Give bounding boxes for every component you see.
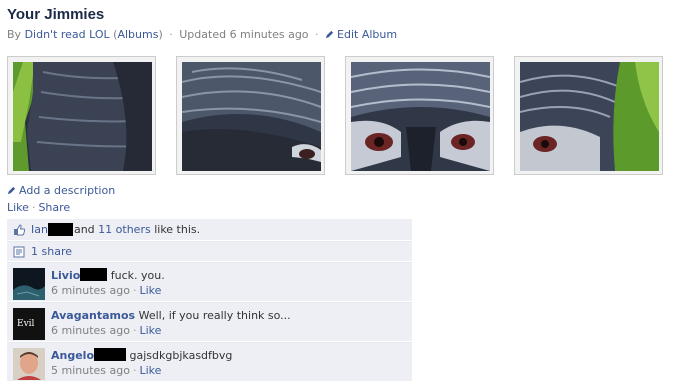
- comment-time: 6 minutes ago: [51, 284, 130, 297]
- separator-dot: ·: [169, 28, 173, 41]
- likes-and: and: [73, 223, 95, 236]
- comment-text: fuck. you.: [110, 269, 165, 282]
- comment-text: Well, if you really think so...: [138, 309, 291, 322]
- pencil-icon: [7, 186, 16, 195]
- like-share-row: Like · Share: [7, 201, 70, 214]
- comment-item: Angelo gajsdkgbjkasdfbvg 5 minutes ago · L…: [7, 342, 412, 382]
- author-link[interactable]: Didn't read LOL: [25, 28, 110, 41]
- gorilla-image: [13, 62, 152, 171]
- share-link[interactable]: Share: [38, 201, 70, 214]
- comment-like-link[interactable]: Like: [139, 364, 161, 377]
- comment-text: gajsdkgbjkasdfbvg: [129, 349, 233, 362]
- photo-1[interactable]: [7, 56, 156, 175]
- share-icon: [13, 246, 25, 257]
- photo-2[interactable]: [176, 56, 325, 175]
- separator-dot: ·: [315, 28, 319, 41]
- comment-author[interactable]: Angelo: [51, 349, 94, 362]
- shares-link[interactable]: 1 share: [31, 245, 72, 258]
- album-title: Your Jimmies: [7, 6, 105, 23]
- add-description-label: Add a description: [19, 184, 116, 197]
- album-subline: By Didn't read LOL (Albums) · Updated 6 …: [7, 28, 397, 41]
- avatar[interactable]: [13, 268, 45, 300]
- comment-like-link[interactable]: Like: [139, 324, 161, 337]
- shares-row: 1 share: [7, 241, 412, 262]
- updated-time: Updated 6 minutes ago: [179, 28, 309, 41]
- albums-link[interactable]: Albums: [117, 28, 158, 41]
- photo-3[interactable]: [345, 56, 494, 175]
- separator-dot: ·: [132, 324, 137, 337]
- avatar[interactable]: [13, 348, 45, 380]
- likes-tail: like this.: [154, 223, 201, 236]
- comment-time: 6 minutes ago: [51, 324, 130, 337]
- add-description-row: Add a description: [7, 184, 115, 197]
- liker-link[interactable]: Ian: [31, 223, 48, 236]
- comment-item: Livio fuck. you. 6 minutes ago · Like: [7, 262, 412, 302]
- pencil-icon: [325, 30, 334, 39]
- avatar-text: Evil: [17, 319, 35, 329]
- avatar[interactable]: Evil: [13, 308, 45, 340]
- by-label: By: [7, 28, 22, 41]
- likes-row: Ian and 11 others like this.: [7, 219, 412, 241]
- comment-item: Evil Avagantamos Well, if you really thi…: [7, 302, 412, 342]
- edit-album-label: Edit Album: [337, 28, 398, 41]
- comment-like-link[interactable]: Like: [139, 284, 161, 297]
- thumbs-up-icon: [14, 223, 25, 235]
- separator-dot: ·: [132, 284, 137, 297]
- albums-close: ): [158, 28, 163, 41]
- redaction-bar: [80, 268, 108, 281]
- feedback-panel: Ian and 11 others like this. 1 share Liv…: [7, 219, 412, 382]
- comment-author[interactable]: Livio: [51, 269, 80, 282]
- separator-dot: ·: [31, 201, 36, 214]
- gorilla-image: [182, 62, 321, 171]
- gorilla-image: [351, 62, 490, 171]
- redaction-bar: [94, 348, 127, 361]
- like-link[interactable]: Like: [7, 201, 29, 214]
- comment-time: 5 minutes ago: [51, 364, 130, 377]
- edit-album-link[interactable]: Edit Album: [325, 28, 397, 41]
- others-link[interactable]: 11 others: [98, 223, 151, 236]
- separator-dot: ·: [132, 364, 137, 377]
- comment-author[interactable]: Avagantamos: [51, 309, 135, 322]
- redaction-bar: [47, 223, 73, 236]
- gorilla-image: [520, 62, 659, 171]
- add-description-link[interactable]: Add a description: [7, 184, 115, 197]
- photo-4[interactable]: [514, 56, 663, 175]
